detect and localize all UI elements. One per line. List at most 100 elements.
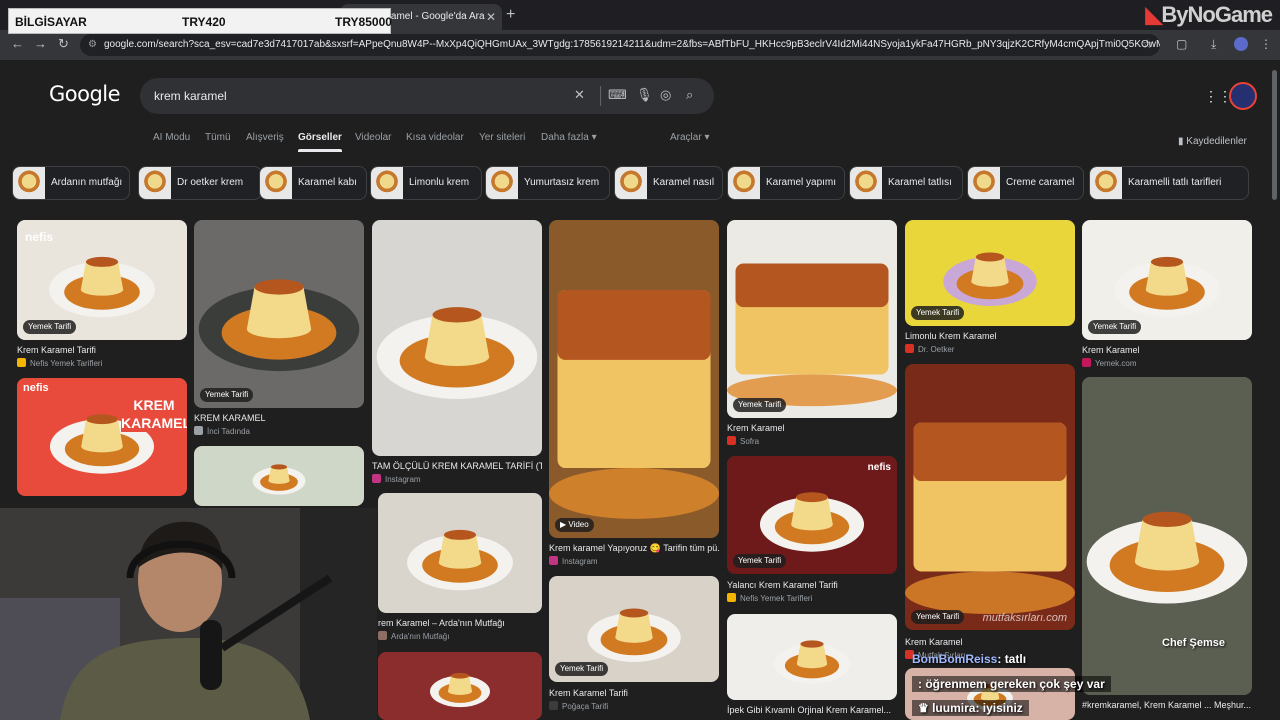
result-badge: Yemek Tarifi (911, 610, 965, 624)
browser-profile-icon[interactable] (1234, 37, 1248, 51)
tab-short-videos[interactable]: Kısa videolar (406, 132, 464, 143)
tab-close-icon[interactable]: ✕ (486, 4, 496, 30)
microphone-icon[interactable]: 🎙 (636, 87, 653, 103)
tab-videos[interactable]: Videolar (355, 132, 392, 143)
chip[interactable]: Dr oetker krem (138, 166, 262, 200)
chat-user: BomBomReiss (912, 652, 998, 666)
result-image: Yemek Tarifi (194, 220, 364, 408)
tab-web[interactable]: Yer siteleri (479, 132, 525, 143)
download-icon[interactable]: ⤓ (1211, 37, 1216, 52)
price-overlay: BİLGİSAYAR TRY420 TRY85000 (8, 8, 392, 34)
result-title: Krem Karamel Tarifi (17, 345, 96, 355)
chip[interactable]: Karamel yapımı (727, 166, 845, 200)
chip-label: Karamel kabı (298, 177, 357, 188)
page-scrollbar[interactable] (1270, 62, 1278, 720)
scrollbar-thumb[interactable] (1272, 70, 1277, 200)
extensions-icon[interactable]: ▢ (1176, 37, 1187, 51)
result-source: Instagram (372, 474, 542, 484)
chip[interactable]: Creme caramel (967, 166, 1084, 200)
chat-text: : tatlı (997, 652, 1027, 666)
search-box[interactable]: krem karamel ✕ ⌨ 🎙 ◎ ⌕ (140, 78, 714, 114)
search-icon[interactable]: ⌕ (686, 87, 693, 103)
source-name: Poğaça Tarifi (562, 702, 609, 711)
dessert-illustration (727, 614, 897, 700)
result-image (378, 493, 542, 613)
search-input[interactable]: krem karamel (154, 78, 227, 114)
result-image: Yemek Tarifi (549, 576, 719, 682)
result-image: Yemek Tarifi (727, 220, 897, 418)
chip[interactable]: Karamelli tatlı tarifleri (1089, 166, 1249, 200)
chip-label: Ardanın mutfağı (51, 177, 123, 188)
chip-label: Yumurtasız krem (524, 177, 600, 188)
reload-icon[interactable]: ↻ (58, 36, 69, 52)
result-image (194, 446, 364, 506)
nefis-logo: nefis (867, 462, 891, 473)
related-chips: Ardanın mutfağı Dr oetker krem Karamel k… (12, 166, 1272, 200)
dessert-illustration (194, 446, 364, 506)
streamer-silhouette (0, 508, 377, 720)
brand-name: ByNoGame (1161, 2, 1273, 27)
tab-ai-mode[interactable]: AI Modu (153, 132, 190, 143)
dessert-illustration (727, 220, 897, 418)
source-name: Yemek.com (1095, 359, 1137, 368)
chip[interactable]: Yumurtasız krem (485, 166, 610, 200)
chip[interactable]: Limonlu krem (370, 166, 482, 200)
page: { "overlay": {"label": "BİLGİSAYAR", "pr… (0, 0, 1280, 720)
tab-all[interactable]: Tümü (205, 132, 231, 143)
chef-watermark: Chef Şemse (1162, 637, 1225, 649)
chip-thumbnail (13, 167, 45, 199)
tools-button[interactable]: Araçlar ▾ (670, 132, 709, 143)
instagram-icon (549, 556, 558, 565)
result-badge: Yemek Tarifi (1088, 320, 1142, 334)
url-field[interactable]: ⚙ google.com/search?sca_esv=cad7e3d74170… (80, 34, 1160, 56)
new-tab-button[interactable]: + (506, 4, 515, 26)
saved-button[interactable]: ▮ Kaydedilenler (1178, 136, 1247, 147)
chip[interactable]: Karamel tatlısı (849, 166, 963, 200)
tab-images[interactable]: Görseller (298, 132, 342, 152)
instagram-icon (372, 474, 381, 483)
keyboard-icon[interactable]: ⌨ (608, 87, 627, 103)
chip[interactable]: Karamel kabı (259, 166, 367, 200)
image-overlay-title: KREM KARAMEL (121, 396, 187, 432)
source-name: Nefis Yemek Tarifleri (740, 594, 813, 603)
result-title: Krem Karamel (1082, 345, 1140, 355)
result-badge: ▶ Video (555, 518, 594, 532)
chip-thumbnail (850, 167, 882, 199)
result-title: Yalancı Krem Karamel Tarifi (727, 580, 838, 590)
result-title: İpek Gibi Kıvamlı Orjinal Krem Karamel..… (727, 705, 892, 715)
result-badge: Yemek Tarifi (23, 320, 77, 334)
chip[interactable]: Karamel nasıl (614, 166, 723, 200)
chip-thumbnail (139, 167, 171, 199)
result-image (372, 220, 542, 456)
overlay-price-2: TRY85000 (335, 15, 392, 29)
chip-thumbnail (371, 167, 403, 199)
webcam-overlay (0, 508, 377, 720)
source-name: Nefis Yemek Tarifleri (30, 359, 103, 368)
result-image (727, 614, 897, 700)
site-info-icon[interactable]: ⚙ (88, 34, 97, 56)
source-favicon-icon (727, 436, 736, 445)
google-logo[interactable]: Google (49, 82, 121, 106)
forward-icon[interactable]: → (34, 36, 47, 51)
chip[interactable]: Ardanın mutfağı (12, 166, 130, 200)
avatar[interactable] (1229, 82, 1257, 110)
result-image: Yemek Tarifi nefis (17, 220, 187, 340)
bookmark-star-icon[interactable]: ☆ (1142, 37, 1153, 51)
chat-message: BomBomReiss: tatlı (912, 652, 1026, 666)
menu-kebab-icon[interactable]: ⋮ (1260, 37, 1272, 51)
chip-label: Karamel nasıl (653, 177, 715, 188)
tab-shopping[interactable]: Alışveriş (246, 132, 284, 143)
back-icon[interactable]: ← (11, 36, 24, 51)
dessert-illustration (194, 220, 364, 408)
lens-icon[interactable]: ◎ (660, 87, 671, 103)
chat-text: : öğrenmem gereken çok şey var (918, 677, 1105, 691)
result-title: Krem karamel Yapıyoruz 😋 Tarifin tüm pü.… (549, 543, 719, 553)
clear-icon[interactable]: ✕ (574, 87, 585, 103)
result-image: Yemek Tarifi mutfaksırları.com (905, 364, 1075, 630)
result-image: nefis KREM KARAMEL (17, 378, 187, 496)
result-title: KREM KARAMEL (194, 413, 266, 423)
chat-text: : iyisiniz (975, 701, 1023, 715)
brand-logo: ◣ByNoGame (1145, 2, 1273, 28)
tab-more[interactable]: Daha fazla ▾ (541, 132, 597, 143)
chat-message: ♛ luumira: iyisiniz (912, 700, 1029, 716)
